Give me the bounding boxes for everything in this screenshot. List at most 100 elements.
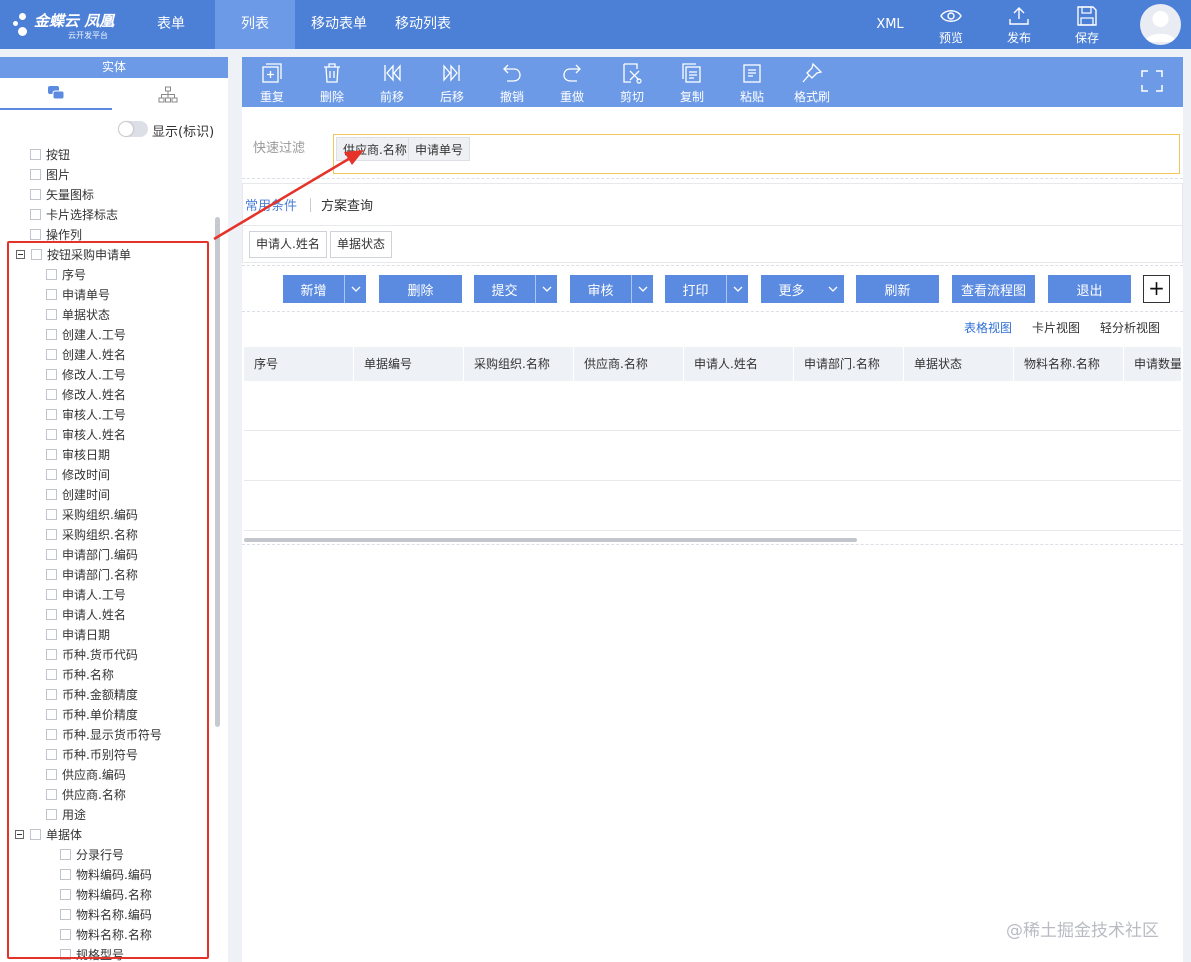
display-toggle-row: 显示(标识)	[0, 119, 228, 140]
view-light-analysis[interactable]: 轻分析视图	[1100, 319, 1160, 336]
grid-column-header[interactable]: 申请部门.名称	[794, 347, 904, 381]
tree-item[interactable]: 卡片选择标志	[30, 205, 118, 225]
grid-column-header[interactable]: 物料名称.名称	[1014, 347, 1124, 381]
grid-column-header[interactable]: 申请数量	[1124, 347, 1181, 381]
toolbar-paste-button[interactable]: 粘贴	[722, 57, 782, 107]
submit-dropdown-icon[interactable]	[535, 275, 557, 303]
tree-item-label: 卡片选择标志	[46, 208, 119, 222]
table-row[interactable]	[244, 431, 1181, 481]
entity-panel: 实体 显示(标识) 按钮 图片 矢量图标 卡片选择标志 操作列 按钮采购申请单 序号 申请单号…	[0, 57, 228, 962]
print-button-label: 打印	[682, 283, 709, 299]
toolbar-duplicate-label: 重复	[259, 90, 284, 104]
designer-toolbar: 重复 删除 前移 后移 撤销 重做 剪切 复制 粘贴 格式刷	[242, 57, 1183, 107]
tab-scheme-query[interactable]: 方案查询	[321, 195, 373, 214]
toolbar-delete-button[interactable]: 删除	[302, 57, 362, 107]
grid-header: 序号 单据编号 采购组织.名称 供应商.名称 申请人.姓名 申请部门.名称 单据…	[244, 347, 1181, 381]
audit-dropdown-icon[interactable]	[631, 275, 653, 303]
audit-button[interactable]: 审核	[570, 275, 653, 303]
user-avatar-icon	[1145, 11, 1176, 42]
tab-entity-tree[interactable]	[112, 78, 224, 110]
filter-chip-supplier[interactable]: 供应商.名称	[336, 137, 414, 161]
section-divider	[242, 544, 1183, 545]
section-divider	[242, 178, 1183, 179]
add-dropdown-icon[interactable]	[344, 275, 366, 303]
xml-button[interactable]: XML	[868, 0, 912, 49]
submit-button[interactable]: 提交	[474, 275, 557, 303]
filter-chip-request-no[interactable]: 申请单号	[408, 137, 471, 161]
grid-column-header[interactable]: 采购组织.名称	[464, 347, 574, 381]
tree-item-checkbox[interactable]	[30, 189, 41, 200]
view-table[interactable]: 表格视图	[964, 319, 1012, 336]
toolbar-cut-label: 剪切	[619, 90, 644, 104]
brand-logo[interactable]: 金蝶云 凤凰 云开发平台	[12, 8, 122, 42]
table-row[interactable]	[244, 481, 1181, 531]
entity-tree-scrollbar[interactable]	[215, 217, 220, 727]
exit-button-label: 退出	[1076, 283, 1103, 299]
grid-column-header[interactable]: 单据状态	[904, 347, 1014, 381]
delete-button-label: 删除	[407, 283, 434, 299]
toolbar-redo-label: 重做	[559, 90, 584, 104]
tab-common-conditions[interactable]: 常用条件	[245, 195, 297, 214]
delete-button[interactable]: 删除	[379, 275, 462, 303]
tab-mobile-form[interactable]: 移动表单	[308, 0, 370, 49]
more-dropdown-icon[interactable]	[822, 275, 844, 303]
quick-filter-box[interactable]: 供应商.名称 申请单号	[333, 134, 1180, 174]
scheme-tab-divider	[310, 198, 311, 212]
toolbar-format-brush-button[interactable]: 格式刷	[782, 57, 842, 107]
tree-item[interactable]: 矢量图标	[30, 185, 94, 205]
tree-item-checkbox[interactable]	[30, 149, 41, 160]
tab-list[interactable]: 列表	[215, 0, 295, 49]
print-button[interactable]: 打印	[665, 275, 748, 303]
publish-button[interactable]: 发布	[991, 0, 1047, 49]
toolbar-undo-label: 撤销	[499, 90, 524, 104]
tree-item-checkbox[interactable]	[30, 229, 41, 240]
tree-item-checkbox[interactable]	[30, 209, 41, 220]
tree-item-checkbox[interactable]	[30, 169, 41, 180]
grid-column-header[interactable]: 申请人.姓名	[684, 347, 794, 381]
paste-icon	[743, 64, 761, 83]
toolbar-format-brush-label: 格式刷	[793, 90, 830, 104]
refresh-button[interactable]: 刷新	[856, 275, 939, 303]
view-flowchart-button[interactable]: 查看流程图	[952, 275, 1035, 303]
annotation-highlight-box	[7, 241, 209, 959]
grid-column-header[interactable]: 序号	[244, 347, 354, 381]
tree-item[interactable]: 图片	[30, 165, 70, 185]
toolbar-move-back-button[interactable]: 后移	[422, 57, 482, 107]
brand-subtitle: 云开发平台	[68, 31, 108, 40]
grid-horizontal-scrollbar[interactable]	[244, 538, 857, 542]
undo-icon	[503, 64, 521, 82]
save-button[interactable]: 保存	[1059, 0, 1115, 49]
toolbar-copy-button[interactable]: 复制	[662, 57, 722, 107]
preview-button[interactable]: 预览	[923, 0, 979, 49]
display-id-toggle[interactable]	[118, 121, 148, 137]
condition-chip-applicant[interactable]: 申请人.姓名	[249, 231, 327, 258]
more-button[interactable]: 更多	[761, 275, 844, 303]
toolbar-move-forward-button[interactable]: 前移	[362, 57, 422, 107]
toolbar-cut-button[interactable]: 剪切	[602, 57, 662, 107]
quick-filter-area: 快速过滤 供应商.名称 申请单号	[242, 127, 1183, 177]
condition-chip-status[interactable]: 单据状态	[330, 231, 393, 258]
grid-column-header[interactable]: 供应商.名称	[574, 347, 684, 381]
tree-item[interactable]: 按钮	[30, 145, 70, 165]
toolbar-undo-button[interactable]: 撤销	[482, 57, 542, 107]
fullscreen-icon[interactable]	[1140, 69, 1164, 93]
tab-mobile-list[interactable]: 移动列表	[392, 0, 454, 49]
publish-label: 发布	[1006, 31, 1031, 45]
view-card[interactable]: 卡片视图	[1032, 319, 1080, 336]
print-dropdown-icon[interactable]	[726, 275, 748, 303]
watermark: @稀土掘金技术社区	[1006, 921, 1159, 941]
tab-form[interactable]: 表单	[148, 0, 194, 49]
grid-column-header[interactable]: 单据编号	[354, 347, 464, 381]
section-divider	[242, 265, 1183, 266]
format-brush-icon	[802, 62, 823, 83]
toolbar-duplicate-button[interactable]: 重复	[242, 57, 302, 107]
add-button[interactable]: 新增	[283, 275, 366, 303]
user-avatar[interactable]	[1140, 4, 1181, 45]
tab-entity-list[interactable]	[0, 78, 112, 110]
view-switcher: 表格视图 卡片视图 轻分析视图	[242, 319, 1183, 339]
add-action-button[interactable]: +	[1143, 275, 1170, 303]
table-row[interactable]	[244, 381, 1181, 431]
exit-button[interactable]: 退出	[1048, 275, 1131, 303]
toolbar-redo-button[interactable]: 重做	[542, 57, 602, 107]
list-grid: 序号 单据编号 采购组织.名称 供应商.名称 申请人.姓名 申请部门.名称 单据…	[244, 347, 1181, 532]
